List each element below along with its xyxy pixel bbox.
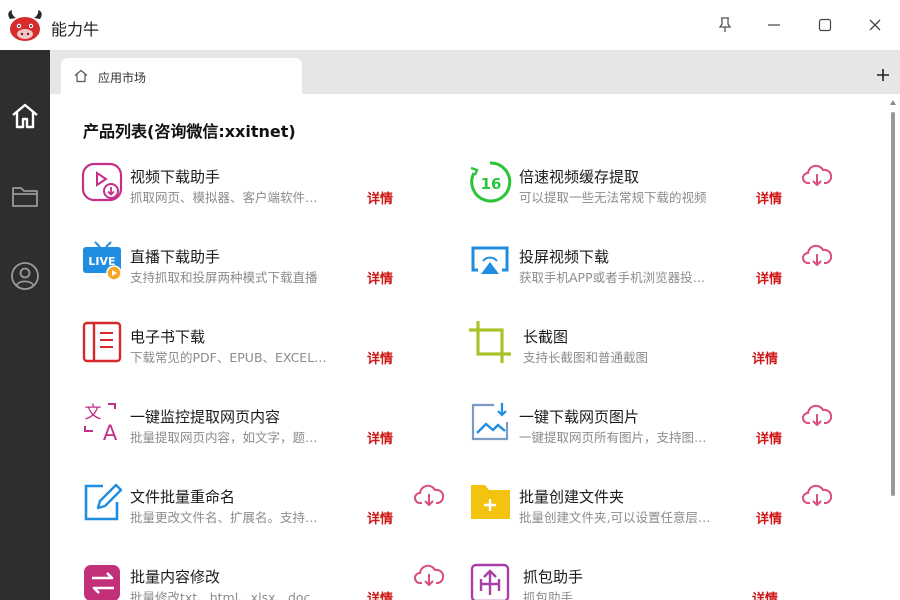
swap-icon <box>84 565 120 600</box>
product-title: 一键下载网页图片 <box>519 408 640 426</box>
product-desc: 批量提取网页内容，如文字，题… <box>130 430 318 445</box>
sidebar-item-home[interactable] <box>7 98 43 134</box>
product-title: 电子书下载 <box>130 328 206 346</box>
cloud-download-icon[interactable] <box>802 482 832 508</box>
ebook-icon <box>82 321 122 363</box>
product-item[interactable]: 一键下载网页图片 一键提取网页所有图片，支持图… 详情 <box>468 400 838 460</box>
product-desc: 批量创建文件夹,可以设置任意层… <box>519 510 711 525</box>
add-tab-button[interactable] <box>873 65 893 85</box>
sidebar-item-user[interactable] <box>7 258 43 294</box>
product-desc: 支持抓取和投屏两种模式下载直播 <box>130 270 318 285</box>
product-desc: 支持长截图和普通截图 <box>523 350 649 365</box>
plus-icon <box>877 69 889 81</box>
packet-capture-icon <box>470 563 510 600</box>
product-desc: 批量更改文件名、扩展名。支持… <box>130 510 318 525</box>
page-title: 产品列表(咨询微信:xxitnet) <box>83 122 296 141</box>
product-desc: 抓取网页、模拟器、客户端软件… <box>130 190 318 205</box>
product-desc: 批量修改txt、html、xlsx、doc… <box>130 590 323 600</box>
detail-link[interactable]: 详情 <box>756 508 782 527</box>
product-item[interactable]: 批量内容修改 批量修改txt、html、xlsx、doc… 详情 <box>81 560 451 600</box>
scroll-up-arrow[interactable] <box>890 100 896 105</box>
speed-16-icon: 16 <box>470 161 512 203</box>
home-icon <box>12 103 38 129</box>
rename-icon <box>84 483 123 521</box>
image-download-icon <box>471 403 509 441</box>
detail-link[interactable]: 详情 <box>367 508 393 527</box>
product-title: 文件批量重命名 <box>130 488 236 506</box>
product-item[interactable]: 文 A 一键监控提取网页内容 批量提取网页内容，如文字，题… 详情 <box>81 400 411 460</box>
product-title: 长截图 <box>523 328 569 346</box>
svg-text:A: A <box>103 421 118 444</box>
product-item[interactable]: 视频下载助手 抓取网页、模拟器、客户端软件… 详情 <box>81 160 411 220</box>
product-item[interactable]: 16 倍速视频缓存提取 可以提取一些无法常规下载的视频 详情 <box>468 160 838 220</box>
cloud-download-icon[interactable] <box>802 162 832 188</box>
folder-add-icon <box>471 485 510 519</box>
scrollbar[interactable] <box>890 100 896 496</box>
live-tv-icon: LIVE <box>83 241 122 281</box>
title-bar: 能力牛 <box>0 0 900 50</box>
product-desc: 下载常见的PDF、EPUB、EXCEL… <box>130 350 327 365</box>
svg-text:文: 文 <box>85 403 102 423</box>
product-desc: 抓包助手 <box>523 590 574 600</box>
product-desc: 可以提取一些无法常规下载的视频 <box>519 190 707 205</box>
cloud-download-icon[interactable] <box>414 562 444 588</box>
product-title: 倍速视频缓存提取 <box>519 168 640 186</box>
product-title: 批量内容修改 <box>130 568 221 586</box>
app-title: 能力牛 <box>51 20 100 39</box>
product-title: 投屏视频下载 <box>519 248 610 266</box>
product-item[interactable]: LIVE 直播下载助手 支持抓取和投屏两种模式下载直播 详情 <box>81 240 411 300</box>
cloud-download-icon[interactable] <box>802 242 832 268</box>
detail-link[interactable]: 详情 <box>752 348 778 367</box>
product-title: 直播下载助手 <box>130 248 221 266</box>
maximize-icon <box>818 18 832 32</box>
product-item[interactable]: 批量创建文件夹 批量创建文件夹,可以设置任意层… 详情 <box>468 480 838 540</box>
translate-icon: 文 A <box>84 403 118 444</box>
product-title: 视频下载助手 <box>130 168 221 186</box>
detail-link[interactable]: 详情 <box>756 188 782 207</box>
svg-text:16: 16 <box>481 175 502 193</box>
product-item[interactable]: 投屏视频下载 获取手机APP或者手机浏览器投… 详情 <box>468 240 838 300</box>
sidebar <box>0 50 50 600</box>
product-item[interactable]: 抓包助手 抓包助手 详情 <box>468 560 838 600</box>
detail-link[interactable]: 详情 <box>367 588 393 600</box>
detail-link[interactable]: 详情 <box>367 188 393 207</box>
airplay-icon <box>471 246 509 274</box>
pin-button[interactable] <box>714 14 736 36</box>
tab-strip: 应用市场 <box>50 50 900 94</box>
product-title: 批量创建文件夹 <box>519 488 625 506</box>
detail-link[interactable]: 详情 <box>367 348 393 367</box>
product-desc: 一键提取网页所有图片，支持图… <box>519 430 707 445</box>
product-title: 一键监控提取网页内容 <box>130 408 281 426</box>
pin-icon <box>718 17 732 32</box>
crop-icon <box>469 321 511 363</box>
sidebar-item-files[interactable] <box>7 178 43 214</box>
detail-link[interactable]: 详情 <box>367 268 393 287</box>
tab-label: 应用市场 <box>98 71 147 85</box>
product-item[interactable]: 电子书下载 下载常见的PDF、EPUB、EXCEL… 详情 <box>81 320 411 380</box>
minimize-button[interactable] <box>763 14 785 36</box>
product-desc: 获取手机APP或者手机浏览器投… <box>519 270 706 285</box>
maximize-button[interactable] <box>814 14 836 36</box>
product-item[interactable]: 长截图 支持长截图和普通截图 详情 <box>468 320 838 380</box>
detail-link[interactable]: 详情 <box>367 428 393 447</box>
folder-icon <box>12 187 38 207</box>
minimize-icon <box>768 24 780 26</box>
scroll-thumb[interactable] <box>891 112 895 496</box>
detail-link[interactable]: 详情 <box>756 428 782 447</box>
cloud-download-icon[interactable] <box>414 482 444 508</box>
close-button[interactable] <box>864 14 886 36</box>
detail-link[interactable]: 详情 <box>752 588 778 600</box>
main-content: 产品列表(咨询微信:xxitnet) 视频下载助手 抓取网页、模拟器、客户端软件… <box>50 94 900 600</box>
home-icon <box>74 69 88 83</box>
product-title: 抓包助手 <box>523 568 584 586</box>
bull-logo-icon <box>8 10 42 41</box>
video-download-icon <box>81 162 123 202</box>
tab-app-market[interactable]: 应用市场 <box>61 58 302 94</box>
user-icon <box>11 262 39 290</box>
detail-link[interactable]: 详情 <box>756 268 782 287</box>
cloud-download-icon[interactable] <box>802 402 832 428</box>
product-item[interactable]: 文件批量重命名 批量更改文件名、扩展名。支持… 详情 <box>81 480 451 540</box>
close-icon <box>869 19 881 31</box>
